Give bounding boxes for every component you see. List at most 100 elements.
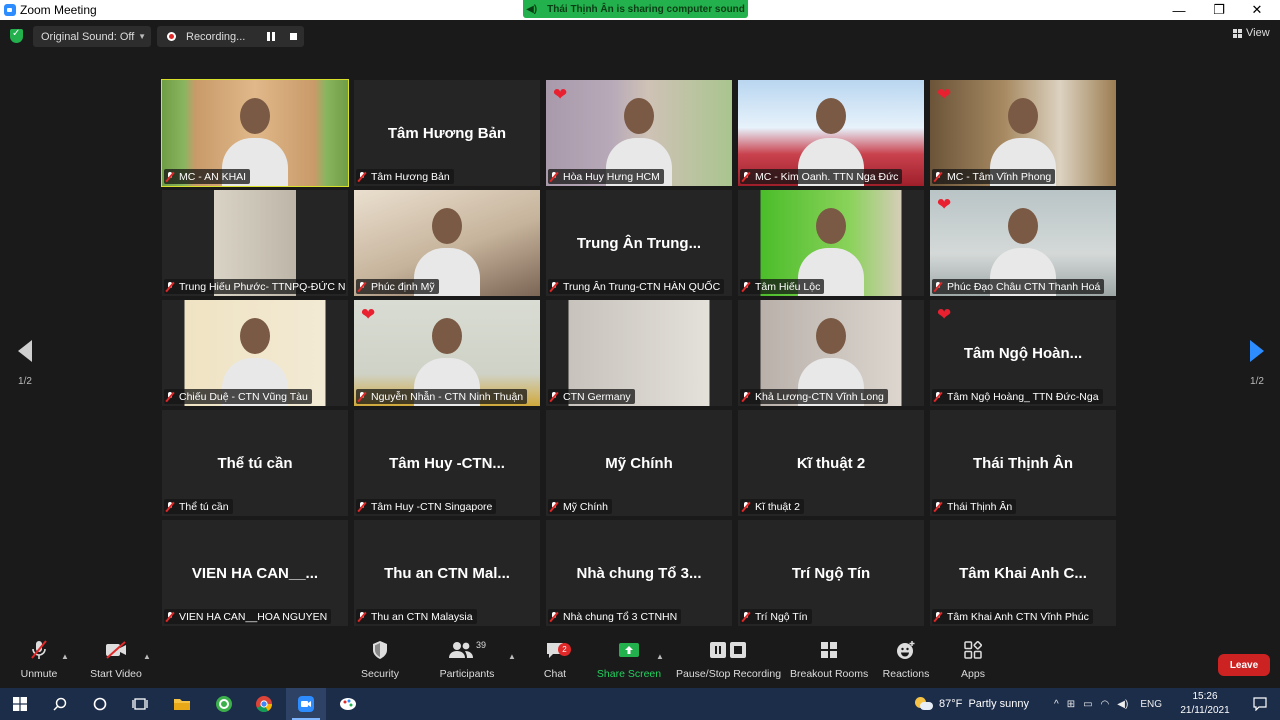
chat-label: Chat	[543, 668, 567, 680]
weather-widget[interactable]: 87°F Partly sunny	[915, 688, 1029, 720]
heart-reaction-icon: ❤	[937, 85, 952, 104]
participant-tile[interactable]: Khả Lương-CTN Vĩnh Long	[738, 300, 924, 406]
language-indicator[interactable]: ENG	[1140, 699, 1162, 710]
pause-stop-recording-label: Pause/Stop Recording	[676, 668, 782, 680]
leave-button[interactable]: Leave	[1218, 654, 1270, 676]
chat-button[interactable]: Chat 2	[535, 636, 575, 688]
participant-tile[interactable]: Phúc định Mỹ	[354, 190, 540, 296]
participant-tile[interactable]: Thu an CTN Mal... Thu an CTN Malaysia	[354, 520, 540, 626]
volume-icon[interactable]: ◀)	[1117, 699, 1128, 710]
task-view-icon[interactable]	[120, 688, 160, 720]
participant-tile[interactable]: CTN Germany	[546, 300, 732, 406]
weather-text: 87°F Partly sunny	[939, 698, 1029, 710]
participants-caret-icon[interactable]: ▲	[508, 652, 516, 661]
battery-icon[interactable]: ▭	[1083, 699, 1092, 710]
participant-tile[interactable]: Trí Ngộ Tín Trí Ngộ Tín	[738, 520, 924, 626]
share-options-caret-icon[interactable]: ▲	[656, 652, 664, 661]
cortana-icon[interactable]	[80, 688, 120, 720]
mic-muted-icon	[358, 391, 366, 402]
sharing-sound-banner[interactable]: ◀) Thái Thịnh Ân is sharing computer sou…	[523, 0, 748, 18]
person-silhouette	[816, 98, 846, 134]
breakout-rooms-button[interactable]: Breakout Rooms	[790, 636, 868, 688]
participant-tile[interactable]: Mỹ Chính Mỹ Chính	[546, 410, 732, 516]
participants-button[interactable]: 39 Participants	[436, 636, 498, 688]
participant-name-text: Tâm Khai Anh CTN Vĩnh Phúc	[947, 610, 1089, 623]
participant-name-label: CTN Germany	[548, 389, 635, 404]
encryption-shield-icon[interactable]	[10, 28, 23, 43]
participant-tile[interactable]: Thể tú cần Thể tú cần	[162, 410, 348, 516]
participant-tile[interactable]: Kĩ thuật 2 Kĩ thuật 2	[738, 410, 924, 516]
mic-muted-icon	[16, 636, 62, 664]
video-options-caret-icon[interactable]: ▲	[143, 652, 151, 661]
participant-tile[interactable]: Trung Hiếu Phước- TTNPQ-ĐỨC N...	[162, 190, 348, 296]
participant-tile[interactable]: Tâm Hương Bản Tâm Hương Bản	[354, 80, 540, 186]
participant-tile[interactable]: Tâm Ngộ Hoàn... ❤ Tâm Ngộ Hoàng_ TTN Đức-N…	[930, 300, 1116, 406]
mic-muted-icon	[934, 611, 942, 622]
participant-tile[interactable]: Trung Ân Trung... Trung Ân Trung-CTN HÀN …	[546, 190, 732, 296]
paint-app-icon[interactable]	[328, 688, 368, 720]
mic-muted-icon	[550, 611, 558, 622]
participant-tile[interactable]: Thái Thịnh Ân Thái Thịnh Ân	[930, 410, 1116, 516]
mic-muted-icon	[550, 281, 558, 292]
participant-name-label: Nguyễn Nhẫn - CTN Ninh Thuận	[356, 389, 528, 404]
previous-page-button[interactable]: 1/2	[10, 340, 40, 387]
participant-tile[interactable]: Tâm Hiếu Lộc	[738, 190, 924, 296]
participant-name-text: Chiếu Duệ - CTN Vũng Tàu	[179, 390, 308, 403]
audio-options-caret-icon[interactable]: ▲	[61, 652, 69, 661]
participant-name-text: Trung Hiếu Phước- TTNPQ-ĐỨC N...	[179, 280, 346, 293]
participant-tile[interactable]: VIEN HA CAN__... VIEN HA CAN__HOA NGUYEN	[162, 520, 348, 626]
participant-tile[interactable]: ❤ MC - Tâm Vĩnh Phong	[930, 80, 1116, 186]
start-video-button[interactable]: Start Video	[86, 636, 146, 688]
zoom-taskbar-icon[interactable]	[286, 688, 326, 720]
apps-button[interactable]: Apps	[953, 636, 993, 688]
green-app-icon[interactable]	[204, 688, 244, 720]
participant-tile[interactable]: Chiếu Duệ - CTN Vũng Tàu	[162, 300, 348, 406]
participant-tile[interactable]: ❤ Phúc Đạo Châu CTN Thanh Hoá	[930, 190, 1116, 296]
stop-recording-icon[interactable]	[290, 33, 297, 40]
participant-tile[interactable]: Nhà chung Tổ 3... Nhà chung Tổ 3 CTNHN	[546, 520, 732, 626]
gallery-grid: MC - AN KHAI Tâm Hương Bản Tâm Hương Bản ❤ H…	[161, 79, 1118, 626]
windows-start-icon[interactable]	[0, 688, 40, 720]
original-sound-label: Original Sound: Off	[41, 30, 135, 43]
participant-tile[interactable]: ❤ Hòa Huy Hưng HCM	[546, 80, 732, 186]
security-button[interactable]: Security	[356, 636, 404, 688]
next-page-button[interactable]: 1/2	[1242, 340, 1272, 387]
system-tray-icons[interactable]: ^ ⊞ ▭ ◠ ◀) ENG	[1054, 688, 1162, 720]
pause-recording-icon[interactable]	[267, 32, 275, 41]
participant-tile[interactable]: Tâm Khai Anh C... Tâm Khai Anh CTN Vĩnh P…	[930, 520, 1116, 626]
original-sound-button[interactable]: Original Sound: Off ▼	[33, 26, 151, 47]
meet-now-icon[interactable]: ⊞	[1067, 699, 1075, 710]
chrome-icon[interactable]	[244, 688, 284, 720]
system-clock[interactable]: 15:26 21/11/2021	[1180, 690, 1230, 718]
maximize-button[interactable]: ❐	[1200, 0, 1238, 20]
participant-name-label: VIEN HA CAN__HOA NGUYEN	[164, 609, 332, 624]
participant-tile[interactable]: MC - AN KHAI	[161, 79, 349, 187]
file-explorer-icon[interactable]	[162, 688, 202, 720]
pause-stop-recording-button[interactable]: Pause/Stop Recording	[676, 636, 782, 688]
share-screen-label: Share Screen	[596, 668, 662, 680]
heart-reaction-icon: ❤	[937, 305, 952, 324]
mic-muted-icon	[358, 611, 366, 622]
windows-taskbar: 87°F Partly sunny ^ ⊞ ▭ ◠ ◀) ENG 15:26 2…	[0, 688, 1280, 720]
notifications-icon[interactable]	[1240, 688, 1280, 720]
reactions-button[interactable]: Reactions	[880, 636, 932, 688]
participant-name-label: Chiếu Duệ - CTN Vũng Tàu	[164, 389, 312, 404]
close-button[interactable]: ✕	[1238, 0, 1276, 20]
mic-muted-icon	[166, 171, 174, 182]
minimize-button[interactable]: —	[1160, 0, 1198, 20]
chevron-up-icon[interactable]: ^	[1054, 699, 1059, 710]
participant-tile[interactable]: Tâm Huy -CTN... Tâm Huy -CTN Singapore	[354, 410, 540, 516]
view-button[interactable]: View	[1233, 27, 1270, 39]
unmute-button[interactable]: Unmute	[16, 636, 62, 688]
participant-name-label: Tâm Ngộ Hoàng_ TTN Đức-Nga	[932, 389, 1103, 404]
participant-tile[interactable]: MC - Kim Oanh. TTN Nga Đức	[738, 80, 924, 186]
chevron-down-icon[interactable]: ▼	[138, 32, 146, 41]
participant-tile[interactable]: ❤ Nguyễn Nhẫn - CTN Ninh Thuận	[354, 300, 540, 406]
participant-name-label: Mỹ Chính	[548, 499, 612, 514]
mic-muted-icon	[358, 501, 366, 512]
wifi-icon[interactable]: ◠	[1101, 699, 1110, 710]
search-icon[interactable]	[40, 688, 80, 720]
share-screen-button[interactable]: Share Screen	[596, 636, 662, 688]
person-silhouette	[816, 208, 846, 244]
view-label: View	[1246, 27, 1270, 39]
